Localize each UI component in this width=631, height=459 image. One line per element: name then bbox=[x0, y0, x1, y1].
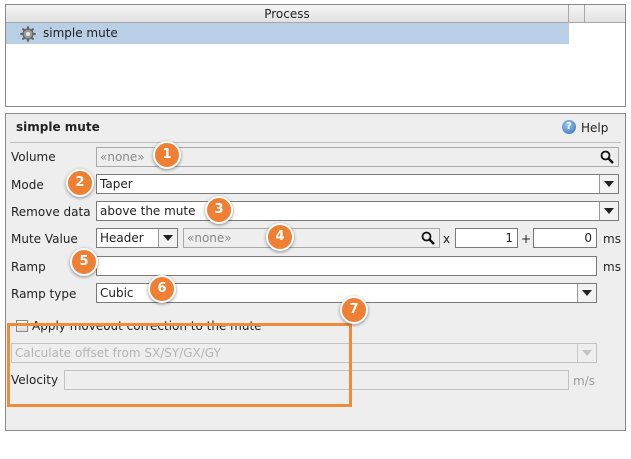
header-value: «none» bbox=[187, 231, 232, 245]
ramp-type-value: Cubic bbox=[100, 286, 134, 300]
mute-value-label: Mute Value bbox=[11, 232, 78, 246]
help-icon: ? bbox=[562, 120, 576, 134]
process-column-header-2[interactable] bbox=[569, 5, 585, 23]
velocity-unit: m/s bbox=[573, 374, 595, 388]
search-icon[interactable] bbox=[421, 231, 435, 245]
volume-value: «none» bbox=[100, 150, 145, 164]
ramp-input[interactable] bbox=[96, 256, 597, 276]
volume-label: Volume bbox=[11, 150, 56, 164]
process-row[interactable]: simple mute bbox=[6, 23, 569, 44]
callout-badge-2: 2 bbox=[66, 169, 94, 197]
process-column-header[interactable]: Process bbox=[6, 5, 569, 23]
process-row-label: simple mute bbox=[43, 26, 118, 40]
header-field[interactable]: «none» bbox=[183, 228, 440, 248]
callout-badge-4: 4 bbox=[266, 223, 294, 251]
mode-select[interactable]: Taper bbox=[96, 174, 619, 194]
editor-title: simple mute bbox=[16, 120, 100, 134]
callout-badge-7: 7 bbox=[340, 296, 368, 324]
callout-badge-1: 1 bbox=[153, 141, 181, 169]
remove-data-value: above the mute bbox=[100, 204, 196, 218]
mode-value: Taper bbox=[100, 177, 133, 191]
moveout-highlight-box bbox=[7, 323, 352, 407]
ramp-label: Ramp bbox=[11, 260, 46, 274]
process-table: Process simple mute bbox=[5, 4, 626, 107]
remove-data-select[interactable]: above the mute bbox=[96, 201, 619, 221]
help-label: Help bbox=[581, 121, 609, 135]
chevron-down-icon[interactable] bbox=[599, 175, 618, 193]
ramp-type-label: Ramp type bbox=[11, 287, 77, 301]
gear-icon bbox=[20, 26, 36, 42]
search-icon[interactable] bbox=[600, 150, 614, 164]
mode-label: Mode bbox=[11, 178, 44, 192]
callout-badge-3: 3 bbox=[205, 196, 233, 224]
multiplier-input[interactable]: 1 bbox=[455, 228, 518, 248]
title-divider bbox=[10, 142, 621, 143]
plus-symbol: + bbox=[521, 232, 532, 246]
callout-badge-6: 6 bbox=[148, 275, 176, 303]
ramp-unit: ms bbox=[603, 260, 621, 274]
chevron-down-icon[interactable] bbox=[158, 229, 177, 247]
chevron-down-icon[interactable] bbox=[577, 284, 596, 302]
callout-badge-5: 5 bbox=[70, 248, 98, 276]
mute-value-source-select[interactable]: Header bbox=[96, 228, 178, 248]
mute-value-source: Header bbox=[100, 231, 144, 245]
chevron-down-icon[interactable] bbox=[599, 202, 618, 220]
remove-data-label: Remove data bbox=[11, 205, 91, 219]
mute-value-unit: ms bbox=[603, 232, 621, 246]
times-symbol: x bbox=[443, 232, 451, 246]
process-column-header-3[interactable] bbox=[585, 5, 625, 23]
offset-input[interactable]: 0 bbox=[533, 228, 597, 248]
chevron-down-icon[interactable] bbox=[577, 344, 596, 362]
